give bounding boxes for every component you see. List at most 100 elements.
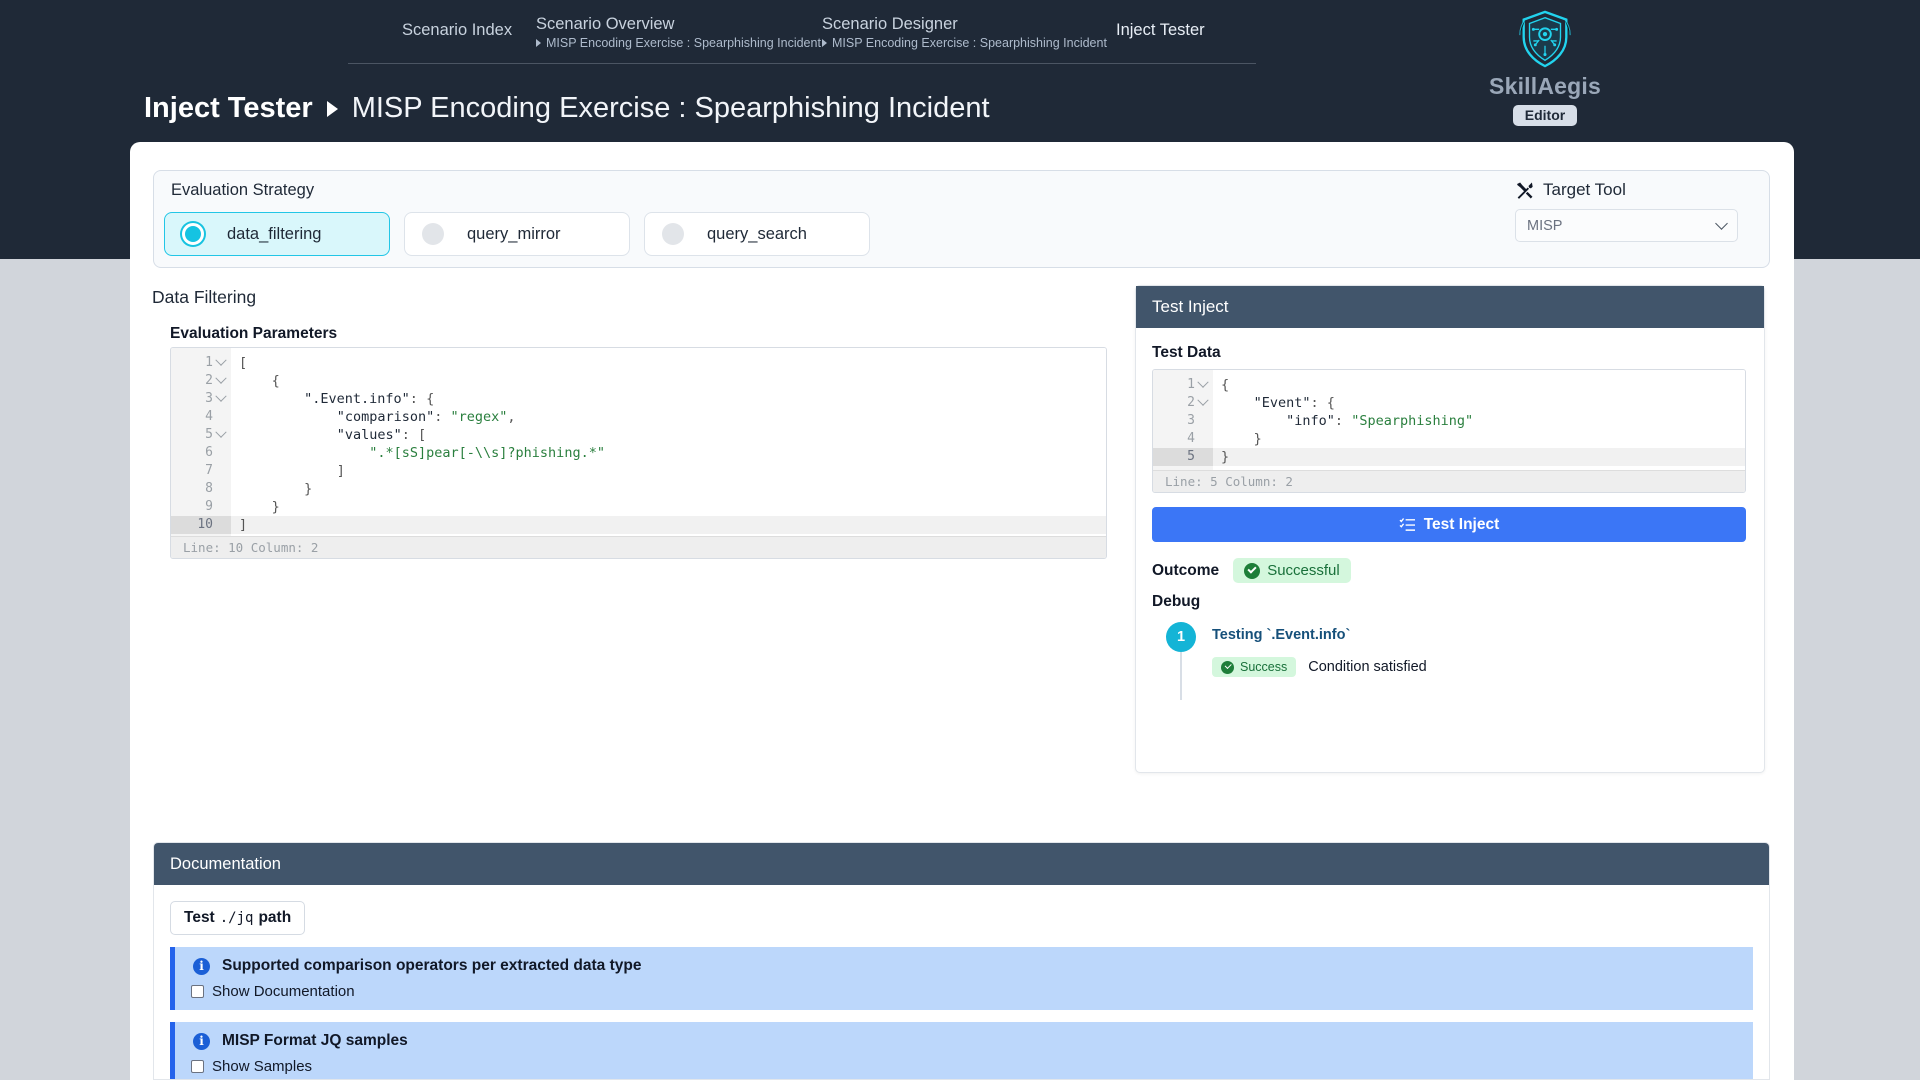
debug-step: 1 Testing `.Event.info` Success Conditio…: [1166, 622, 1764, 700]
target-tool-select[interactable]: MISP: [1515, 209, 1738, 242]
chevron-down-icon: [1715, 217, 1728, 230]
editor-line: "Event": {: [1253, 395, 1335, 411]
editor-line: }: [1213, 448, 1745, 466]
editor-line-number: 2: [171, 372, 231, 390]
brand-logo[interactable]: SkillAegis Editor: [1450, 8, 1640, 126]
editor-line: ".*[sS]pear[-\\s]?phishing.*": [369, 445, 605, 461]
strategy-option-query-mirror[interactable]: query_mirror: [404, 212, 630, 256]
data-filtering-title: Data Filtering: [152, 287, 257, 307]
doc-alert-title-label: MISP Format JQ samples: [222, 1032, 408, 1049]
editor-line-number: 1: [171, 354, 231, 372]
page-title: Inject Tester MISP Encoding Exercise : S…: [144, 92, 990, 125]
debug-result-message: Condition satisfied: [1308, 659, 1427, 675]
editor-line: {: [271, 373, 280, 389]
debug-connector-line: [1180, 652, 1182, 700]
radio-icon[interactable]: [422, 223, 444, 245]
editor-line-number: 4: [205, 409, 213, 424]
editor-line-number: 6: [205, 445, 213, 460]
test-jq-path-mono: ./jq: [219, 910, 254, 926]
editor-line-number: 5: [1153, 448, 1213, 466]
strategy-option-query-search-label: query_search: [707, 224, 807, 243]
nav-item-scenario-designer-sub-label: MISP Encoding Exercise : Spearphishing I…: [832, 36, 1107, 50]
evaluation-strategy-options: data_filtering query_mirror query_search: [164, 212, 870, 256]
outcome-row: Outcome Successful: [1152, 558, 1764, 583]
editor-line: "comparison": "regex",: [336, 409, 516, 425]
list-check-icon: [1399, 518, 1415, 531]
editor-badge: Editor: [1512, 105, 1578, 126]
page-title-scenario: MISP Encoding Exercise : Spearphishing I…: [351, 92, 990, 124]
editor-line: [: [239, 355, 248, 371]
show-samples-toggle[interactable]: Show Samples: [191, 1058, 1753, 1075]
nav-item-scenario-index-label: Scenario Index: [402, 21, 513, 39]
nav-item-scenario-overview-sub-label: MISP Encoding Exercise : Spearphishing I…: [546, 36, 821, 50]
editor-line-number: 9: [205, 499, 213, 514]
debug-success-label: Success: [1240, 660, 1288, 674]
caret-right-icon: [822, 39, 827, 47]
test-inject-button-label: Test Inject: [1423, 515, 1500, 533]
nav-item-scenario-designer[interactable]: Scenario Designer MISP Encoding Exercise…: [822, 14, 1107, 50]
doc-alert-title: i Supported comparison operators per ext…: [193, 957, 1753, 975]
editor-line-number: 8: [205, 481, 213, 496]
page-title-main: Inject Tester: [144, 92, 313, 124]
outcome-label: Outcome: [1152, 561, 1220, 579]
show-documentation-label: Show Documentation: [212, 983, 355, 1000]
editor-line-number: 7: [205, 463, 213, 478]
editor-code-area[interactable]: { "Event": { "info": "Spearphishing" }}: [1213, 370, 1745, 470]
editor-status-bar: Line: 10 Column: 2: [171, 536, 1106, 558]
editor-line: {: [1221, 377, 1230, 393]
caret-right-icon: [536, 39, 541, 47]
nav-item-scenario-designer-label: Scenario Designer: [822, 15, 958, 33]
show-documentation-toggle[interactable]: Show Documentation: [191, 983, 1753, 1000]
check-circle-icon: [1244, 562, 1261, 579]
test-jq-path-prefix: Test: [184, 909, 215, 926]
nav-item-inject-tester[interactable]: Inject Tester: [1116, 20, 1205, 40]
checkbox-icon[interactable]: [191, 1060, 204, 1073]
nav-item-scenario-index[interactable]: Scenario Index: [402, 20, 512, 40]
test-inject-button[interactable]: Test Inject: [1152, 507, 1746, 542]
editor-line: ]: [231, 516, 1106, 534]
shield-icon: [1519, 10, 1571, 68]
debug-step-result: Success Condition satisfied: [1212, 657, 1764, 677]
editor-line-number: 2: [1153, 394, 1213, 412]
strategy-option-data-filtering[interactable]: data_filtering: [164, 212, 390, 256]
nav-item-scenario-overview[interactable]: Scenario Overview MISP Encoding Exercise…: [536, 14, 821, 50]
nav-item-scenario-overview-sub: MISP Encoding Exercise : Spearphishing I…: [536, 36, 821, 50]
info-icon: i: [193, 1032, 210, 1050]
doc-alert-misp-jq-samples: i MISP Format JQ samples Show Samples: [170, 1022, 1753, 1079]
editor-line: "values": [: [336, 427, 427, 443]
debug-label: Debug: [1152, 593, 1201, 610]
fold-arrow-icon: [1197, 376, 1209, 388]
target-tool: Target Tool MISP: [1515, 180, 1755, 242]
test-data-editor[interactable]: 123 4 5 { "Event": { "info": "Spearphishin…: [1152, 369, 1746, 493]
radio-icon[interactable]: [662, 223, 684, 245]
fold-arrow-icon: [215, 354, 227, 366]
debug-step-title: Testing `.Event.info`: [1212, 627, 1351, 643]
info-icon: i: [193, 957, 210, 975]
test-inject-panel-header: Test Inject: [1136, 286, 1764, 328]
evaluation-parameters-title: Evaluation Parameters: [170, 325, 338, 342]
strategy-option-query-mirror-label: query_mirror: [467, 224, 561, 243]
radio-icon[interactable]: [182, 223, 204, 245]
editor-code-area[interactable]: [ { ".Event.info": { "comparison": "rege…: [231, 348, 1106, 536]
debug-step-number: 1: [1166, 622, 1196, 652]
target-tool-label: Target Tool: [1543, 180, 1626, 199]
editor-line-number: 5: [171, 426, 231, 444]
editor-line-number: 1: [1153, 376, 1213, 394]
debug-success-badge: Success: [1212, 657, 1297, 677]
editor-gutter: 1 2 3 4 5 6 7 8 9 10: [171, 348, 231, 536]
doc-alert-title: i MISP Format JQ samples: [193, 1032, 1753, 1050]
nav-item-scenario-overview-label: Scenario Overview: [536, 15, 675, 33]
fold-arrow-icon: [215, 426, 227, 438]
strategy-option-query-search[interactable]: query_search: [644, 212, 870, 256]
test-inject-panel: Test Inject Test Data 12345 { "Event": {…: [1135, 285, 1765, 773]
editor-line-number: 10: [171, 516, 231, 534]
top-navigation-inner: Scenario Index Scenario Overview MISP En…: [348, 6, 1256, 64]
editor-line-number: 3: [171, 390, 231, 408]
editor-line-number: 3: [1187, 413, 1195, 428]
test-jq-path-suffix: path: [258, 909, 292, 926]
test-jq-path-button[interactable]: Test ./jq path: [170, 901, 306, 935]
fold-arrow-icon: [215, 390, 227, 402]
checkbox-icon[interactable]: [191, 985, 204, 998]
strategy-option-data-filtering-label: data_filtering: [227, 224, 322, 243]
evaluation-parameters-editor[interactable]: 1 2 3 4 5 6 7 8 9 10 [ { ".Event.info": { "compar…: [170, 347, 1107, 559]
